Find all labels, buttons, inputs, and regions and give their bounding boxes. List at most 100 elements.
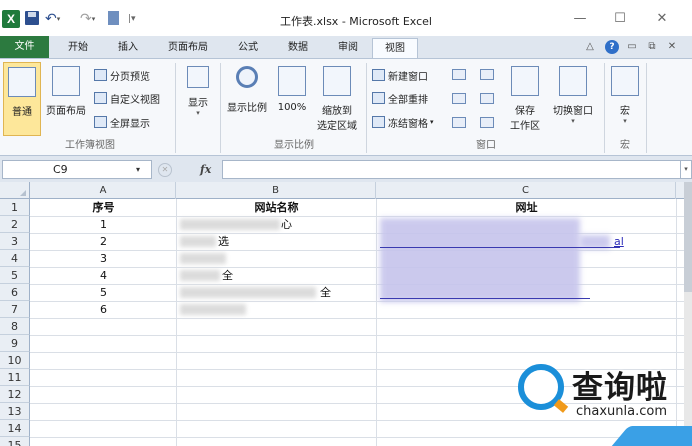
normal-view-button[interactable]: 普通 bbox=[3, 62, 41, 136]
macros-dropdown-icon: ▾ bbox=[623, 117, 627, 125]
formula-bar: C9 ▾ ✕ fx ▾ bbox=[0, 157, 692, 182]
reset-window-position-icon[interactable] bbox=[480, 117, 494, 128]
show-dropdown-icon: ▾ bbox=[196, 109, 200, 117]
tab-home[interactable]: 开始 bbox=[56, 38, 100, 58]
row-header[interactable]: 11 bbox=[0, 369, 30, 386]
page-layout-view-button[interactable]: 页面布局 bbox=[43, 62, 89, 136]
row-header[interactable]: 10 bbox=[0, 352, 30, 369]
cell-b3-fragment: 选 bbox=[218, 235, 229, 248]
redacted-cell-b6 bbox=[180, 287, 316, 298]
new-window-button[interactable]: 新建窗口 bbox=[372, 67, 428, 83]
name-box[interactable]: C9 bbox=[2, 160, 152, 179]
watermark-url: chaxunla.com bbox=[576, 404, 667, 419]
doc-close-icon[interactable]: ✕ bbox=[666, 40, 678, 54]
redacted-cell-b5 bbox=[180, 270, 220, 281]
doc-restore-icon[interactable]: ⧉ bbox=[646, 40, 658, 54]
save-workspace-button[interactable]: 保存 工作区 bbox=[504, 62, 546, 136]
expand-formula-bar-icon[interactable]: ▾ bbox=[680, 160, 692, 179]
collapse-ribbon-icon[interactable]: △ bbox=[584, 40, 596, 54]
cell-a7[interactable]: 6 bbox=[31, 301, 176, 318]
tab-review[interactable]: 审阅 bbox=[326, 38, 370, 58]
doc-minimize-icon[interactable]: ▭ bbox=[626, 40, 638, 54]
cell-b6-fragment: 全 bbox=[320, 286, 331, 299]
group-separator bbox=[604, 63, 605, 153]
zoom-button[interactable]: 显示比例 bbox=[224, 62, 270, 136]
zoom-100-icon bbox=[278, 66, 306, 96]
row-header[interactable]: 3 bbox=[0, 233, 30, 250]
tab-page-layout[interactable]: 页面布局 bbox=[158, 38, 218, 58]
row-header[interactable]: 13 bbox=[0, 403, 30, 420]
zoom-100-button[interactable]: 100% bbox=[272, 62, 312, 136]
url-underline bbox=[380, 247, 620, 248]
cell-a1[interactable]: 序号 bbox=[31, 199, 176, 216]
row-header[interactable]: 9 bbox=[0, 335, 30, 352]
column-headers: A B C bbox=[0, 182, 692, 199]
page-break-preview-button[interactable]: 分页预览 bbox=[94, 67, 150, 83]
arrange-all-button[interactable]: 全部重排 bbox=[372, 90, 428, 106]
name-box-dropdown-icon[interactable]: ▾ bbox=[136, 160, 140, 179]
close-button[interactable]: ✕ bbox=[652, 10, 672, 28]
scrollbar-thumb[interactable] bbox=[684, 182, 692, 292]
tab-data[interactable]: 数据 bbox=[276, 38, 320, 58]
tab-formulas[interactable]: 公式 bbox=[226, 38, 270, 58]
gridline bbox=[376, 199, 377, 446]
tab-insert[interactable]: 插入 bbox=[106, 38, 150, 58]
hide-window-icon[interactable] bbox=[452, 93, 466, 104]
switch-windows-icon bbox=[559, 66, 587, 96]
select-all-corner[interactable] bbox=[0, 182, 30, 199]
macros-icon bbox=[611, 66, 639, 96]
column-header-c[interactable]: C bbox=[376, 182, 676, 199]
cell-b1[interactable]: 网站名称 bbox=[177, 199, 376, 216]
row-header[interactable]: 7 bbox=[0, 301, 30, 318]
tab-file[interactable]: 文件 bbox=[0, 36, 49, 58]
cell-c1[interactable]: 网址 bbox=[377, 199, 676, 216]
row-header[interactable]: 15 bbox=[0, 437, 30, 446]
cell-a4[interactable]: 3 bbox=[31, 250, 176, 267]
row-header[interactable]: 4 bbox=[0, 250, 30, 267]
group-separator bbox=[220, 63, 221, 153]
group-separator bbox=[175, 63, 176, 153]
watermark-magnifier-icon bbox=[518, 364, 564, 410]
cancel-entry-icon[interactable]: ✕ bbox=[158, 163, 172, 177]
maximize-button[interactable]: ☐ bbox=[610, 10, 630, 28]
freeze-dropdown-icon: ▾ bbox=[430, 118, 434, 126]
cell-a5[interactable]: 4 bbox=[31, 267, 176, 284]
cell-b5-fragment: 全 bbox=[222, 269, 233, 282]
excel-window: X ↶ ▾ ↷ ▾ |▾ 工作表.xlsx - Microsoft Excel — … bbox=[0, 0, 692, 446]
group-label-window: 窗口 bbox=[476, 140, 496, 151]
row-header[interactable]: 2 bbox=[0, 216, 30, 233]
show-icon bbox=[187, 66, 209, 88]
cell-a6[interactable]: 5 bbox=[31, 284, 176, 301]
gridline bbox=[30, 318, 692, 319]
custom-views-button[interactable]: 自定义视图 bbox=[94, 90, 160, 106]
formula-input[interactable] bbox=[222, 160, 682, 179]
zoom-to-selection-button[interactable]: 缩放到 选定区域 bbox=[312, 62, 362, 136]
column-header-b[interactable]: B bbox=[176, 182, 376, 199]
freeze-panes-icon bbox=[372, 116, 385, 128]
row-header[interactable]: 8 bbox=[0, 318, 30, 335]
help-icon[interactable]: ? bbox=[605, 40, 619, 54]
switch-windows-button[interactable]: 切换窗口 ▾ bbox=[548, 62, 598, 136]
insert-function-icon[interactable]: fx bbox=[200, 160, 211, 179]
tab-view[interactable]: 视图 bbox=[372, 38, 418, 59]
full-screen-button[interactable]: 全屏显示 bbox=[94, 114, 150, 130]
row-header[interactable]: 14 bbox=[0, 420, 30, 437]
gridline bbox=[30, 335, 692, 336]
column-header-a[interactable]: A bbox=[31, 182, 176, 199]
view-side-by-side-icon[interactable] bbox=[480, 69, 494, 80]
cell-a3[interactable]: 2 bbox=[31, 233, 176, 250]
synchronous-scrolling-icon[interactable] bbox=[480, 93, 494, 104]
redacted-cell-b2 bbox=[180, 219, 280, 230]
unhide-window-icon[interactable] bbox=[452, 117, 466, 128]
cell-a2[interactable]: 1 bbox=[31, 216, 176, 233]
show-button[interactable]: 显示 ▾ bbox=[180, 62, 216, 136]
minimize-button[interactable]: — bbox=[570, 10, 590, 28]
row-header[interactable]: 12 bbox=[0, 386, 30, 403]
row-header[interactable]: 1 bbox=[0, 199, 30, 216]
group-label-macros: 宏 bbox=[620, 140, 630, 151]
row-header[interactable]: 6 bbox=[0, 284, 30, 301]
row-header[interactable]: 5 bbox=[0, 267, 30, 284]
macros-button[interactable]: 宏 ▾ bbox=[608, 62, 642, 136]
split-icon[interactable] bbox=[452, 69, 466, 80]
freeze-panes-button[interactable]: 冻结窗格 ▾ bbox=[372, 114, 434, 130]
